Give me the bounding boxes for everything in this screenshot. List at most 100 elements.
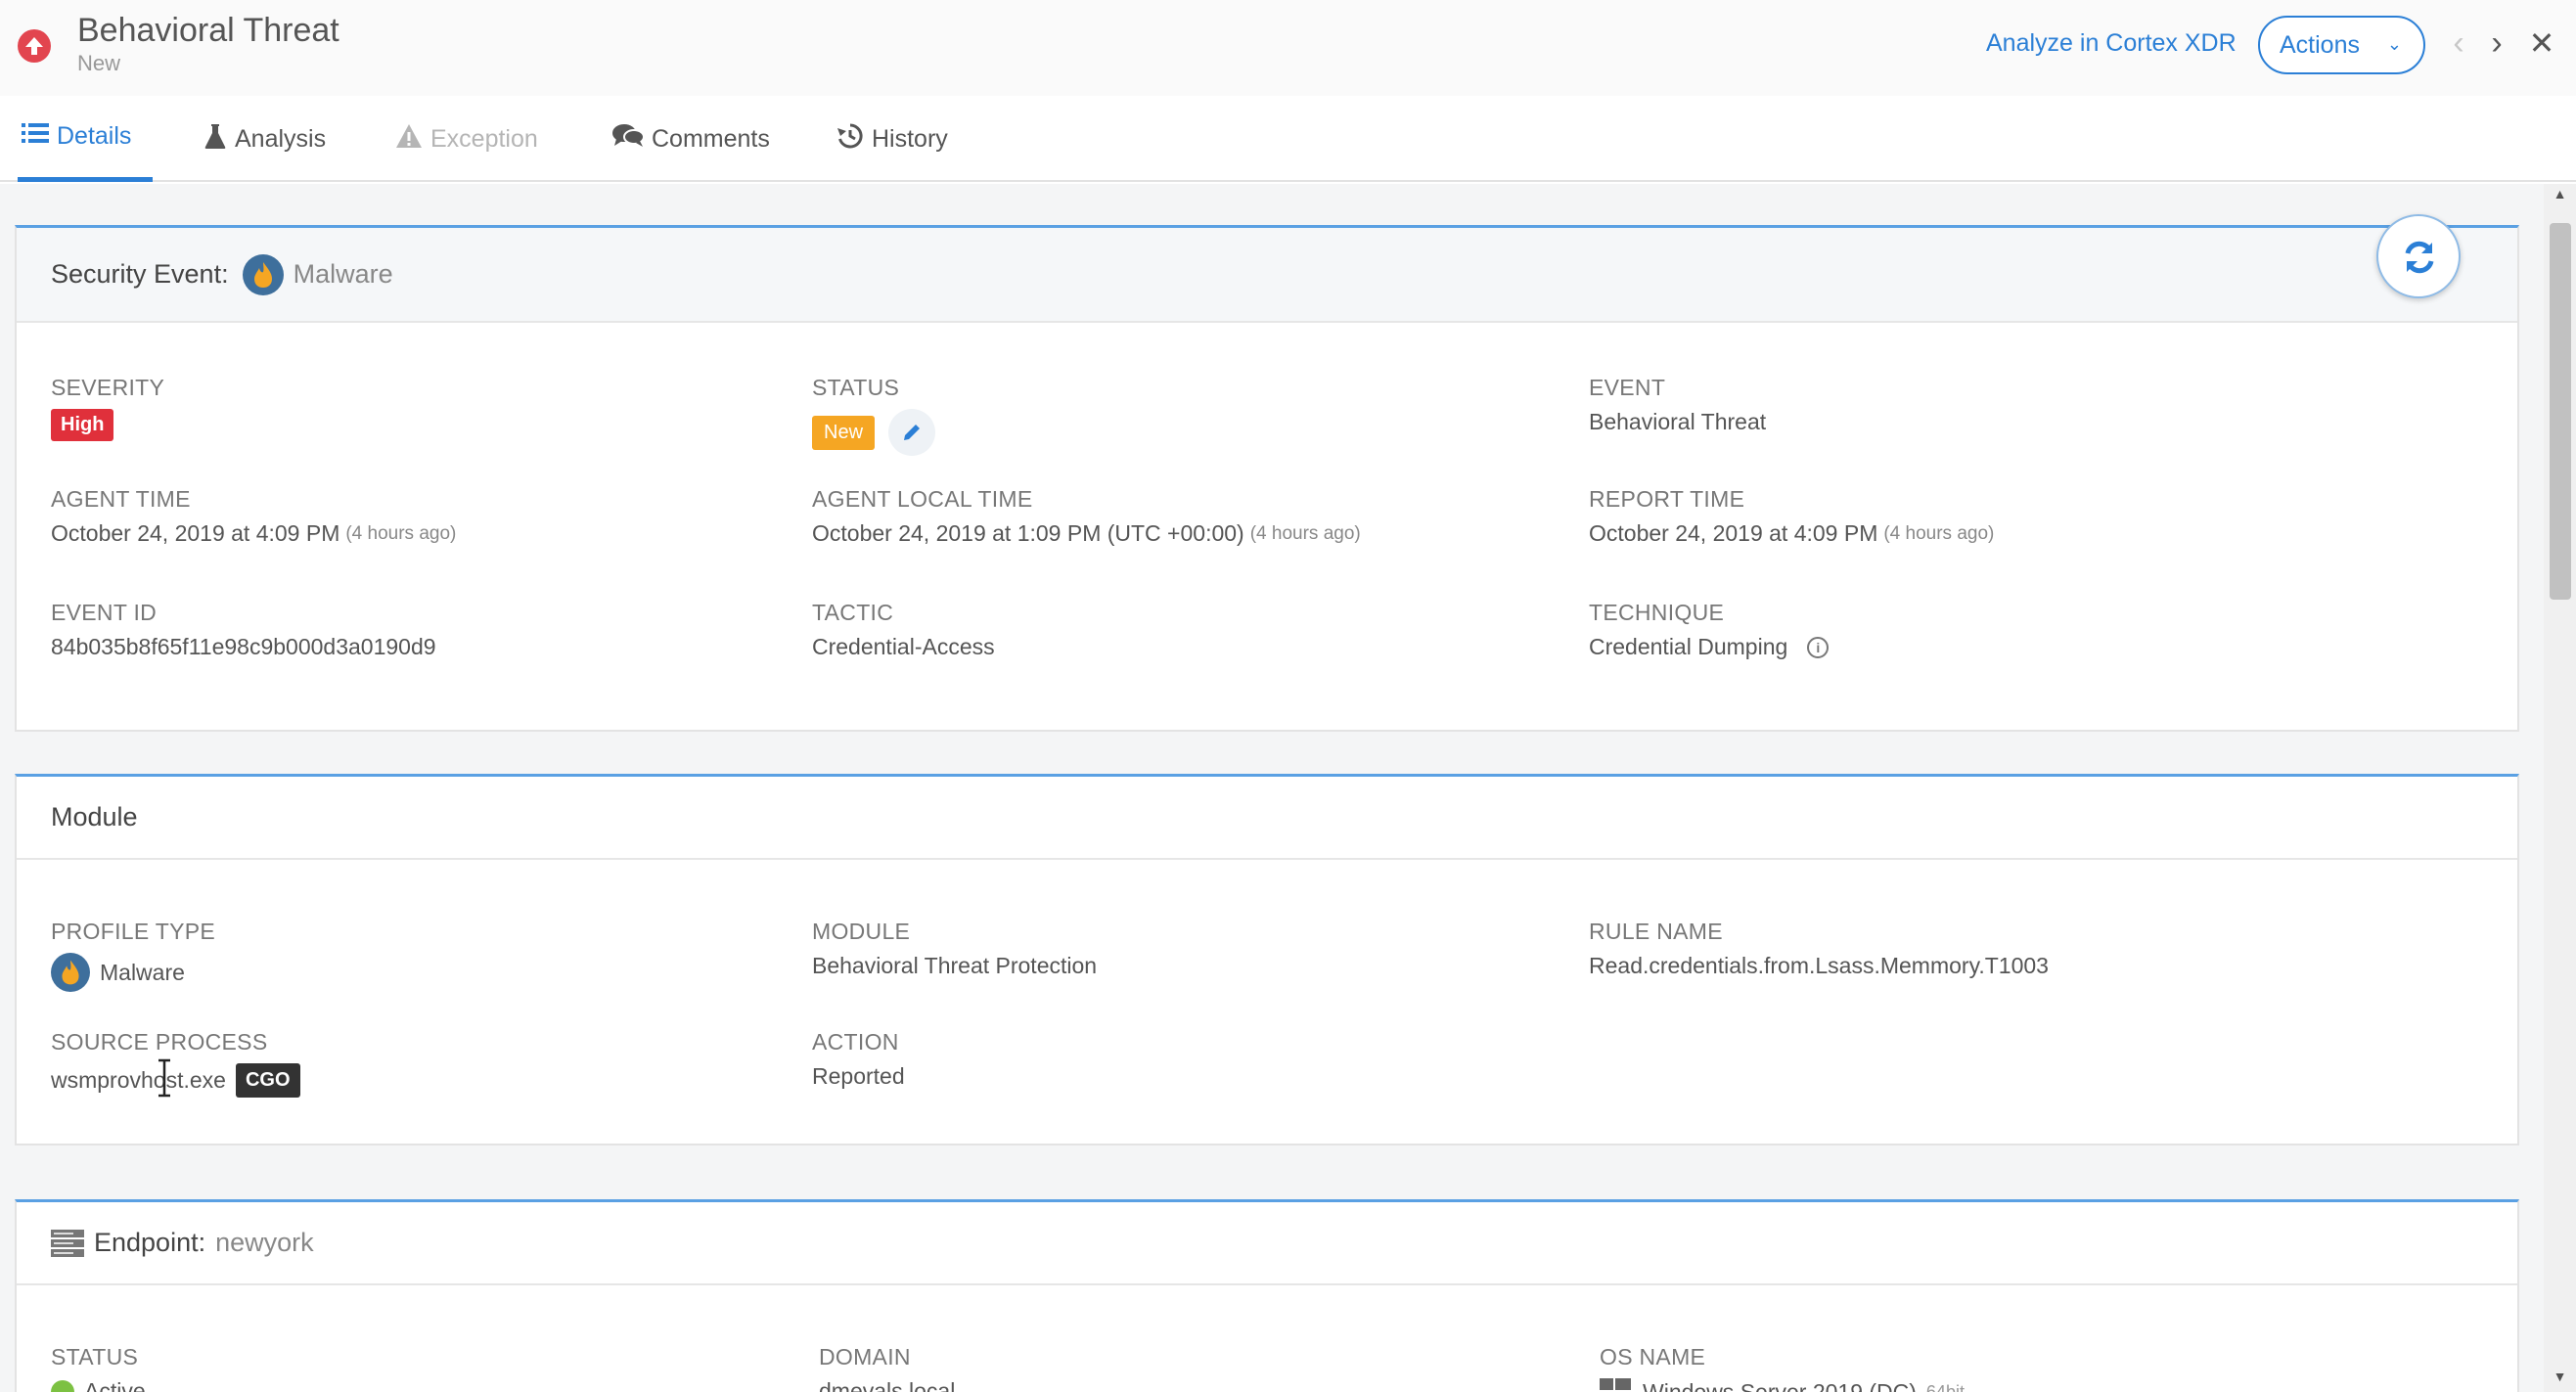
flask-icon — [203, 122, 227, 157]
previous-item-button[interactable]: ‹ — [2444, 23, 2473, 63]
tab-label: History — [872, 124, 948, 153]
tab-analysis[interactable]: Analysis — [203, 96, 326, 182]
tactic-field: TACTIC Credential-Access — [812, 600, 995, 660]
edit-status-button[interactable] — [888, 409, 936, 456]
rule-name-label: RULE NAME — [1589, 919, 1723, 944]
tactic-value: Credential-Access — [812, 634, 995, 659]
status-badge: New — [812, 415, 876, 450]
scrollbar-thumb[interactable] — [2550, 223, 2571, 600]
security-event-label: Security Event: — [51, 259, 229, 289]
agent-time-value: October 24, 2019 at 4:09 PM — [51, 520, 340, 546]
report-time-field: REPORT TIME October 24, 2019 at 4:09 PM(… — [1589, 486, 1994, 547]
event-id-label: EVENT ID — [51, 600, 158, 625]
domain-value: dmevals.local — [819, 1378, 956, 1392]
tab-label: Details — [57, 122, 132, 150]
scroll-down-arrow-icon[interactable]: ▼ — [2544, 1369, 2576, 1392]
agent-local-time-label: AGENT LOCAL TIME — [812, 486, 1033, 512]
severity-label: SEVERITY — [51, 375, 165, 400]
comments-icon — [612, 123, 645, 156]
domain-label: DOMAIN — [819, 1344, 911, 1370]
endpoint-status-value: Active — [84, 1378, 146, 1392]
analyze-in-cortex-xdr-link[interactable]: Analyze in Cortex XDR — [1986, 29, 2237, 58]
domain-field: DOMAIN dmevals.local — [819, 1344, 955, 1392]
agent-time-label: AGENT TIME — [51, 486, 191, 512]
os-bits: 64bit — [1925, 1381, 1965, 1392]
module-field: MODULE Behavioral Threat Protection — [812, 919, 1097, 979]
os-name-value: Windows Server 2019 (DC) — [1643, 1378, 1917, 1392]
server-icon — [51, 1229, 84, 1257]
tab-details[interactable]: Details — [18, 96, 154, 182]
module-card: Module PROFILE TYPE Malware MODULE Behav… — [15, 774, 2519, 1145]
tab-exception[interactable]: Exception — [395, 96, 538, 182]
profile-type-label: PROFILE TYPE — [51, 919, 216, 944]
refresh-icon — [2405, 241, 2434, 274]
detail-header: Behavioral Threat New Analyze in Cortex … — [0, 0, 2576, 96]
next-item-button[interactable]: › — [2482, 23, 2511, 63]
profile-type-value: Malware — [100, 959, 185, 985]
source-process-value[interactable]: wsmprovhost.exe — [51, 1067, 226, 1094]
severity-field: SEVERITY High — [51, 375, 164, 441]
rule-name-field: RULE NAME Read.credentials.from.Lsass.Me… — [1589, 919, 2049, 979]
vertical-scrollbar[interactable]: ▲ ▼ — [2544, 184, 2576, 1392]
malware-flame-icon — [51, 953, 90, 992]
agent-local-time-value: October 24, 2019 at 1:09 PM (UTC +00:00) — [812, 520, 1244, 546]
cgo-badge[interactable]: CGO — [235, 1063, 300, 1098]
chevron-down-icon: ⌄ — [2386, 34, 2402, 54]
module-label: MODULE — [812, 919, 911, 944]
tab-label: Exception — [430, 124, 538, 153]
windows-icon — [1600, 1378, 1631, 1392]
page-subtitle-status: New — [77, 51, 121, 75]
history-icon — [836, 122, 864, 157]
pencil-icon — [904, 425, 921, 440]
technique-field: TECHNIQUE Credential Dumping i — [1589, 600, 1830, 660]
tab-label: Comments — [652, 124, 770, 153]
os-name-field: OS NAME Windows Server 2019 (DC) 64bit — [1600, 1344, 1965, 1392]
endpoint-card: Endpoint: newyork STATUS Active DOMAIN d… — [15, 1199, 2519, 1392]
rule-name-value: Read.credentials.from.Lsass.Memmory.T100… — [1589, 953, 2049, 978]
report-time-label: REPORT TIME — [1589, 486, 1745, 512]
info-icon[interactable]: i — [1807, 636, 1830, 658]
security-event-card: Security Event: Malware SEVERITY High ST… — [15, 214, 2519, 732]
agent-time-ago: (4 hours ago) — [345, 522, 457, 544]
event-id-field: EVENT ID 84b035b8f65f11e98c9b000d3a0190d… — [51, 600, 436, 660]
status-field: STATUS New — [812, 375, 936, 456]
technique-value: Credential Dumping — [1589, 634, 1788, 659]
endpoint-name: newyork — [215, 1228, 314, 1257]
module-value: Behavioral Threat Protection — [812, 953, 1098, 978]
malware-flame-icon — [242, 253, 284, 295]
event-label: EVENT — [1589, 375, 1666, 400]
close-button[interactable]: ✕ — [2527, 23, 2556, 63]
module-header: Module — [17, 777, 2517, 860]
status-label: STATUS — [812, 375, 900, 400]
actions-label: Actions — [2280, 30, 2360, 59]
event-field: EVENT Behavioral Threat — [1589, 375, 1766, 435]
detail-tabs: Details Analysis Exception Comments Hist… — [0, 96, 2576, 182]
report-time-ago: (4 hours ago) — [1883, 522, 1995, 544]
security-event-header: Security Event: Malware — [17, 228, 2517, 323]
event-id-value: 84b035b8f65f11e98c9b000d3a0190d9 — [51, 634, 436, 659]
tab-history[interactable]: History — [836, 96, 948, 182]
agent-time-field: AGENT TIME October 24, 2019 at 4:09 PM (4… — [51, 486, 456, 547]
tab-comments[interactable]: Comments — [612, 96, 770, 182]
source-process-label: SOURCE PROCESS — [51, 1029, 268, 1055]
active-status-dot — [51, 1379, 74, 1392]
action-field: ACTION Reported — [812, 1029, 905, 1090]
endpoint-label: Endpoint: — [94, 1228, 206, 1257]
tab-label: Analysis — [235, 124, 327, 153]
refresh-button[interactable] — [2376, 214, 2461, 298]
details-content: Security Event: Malware SEVERITY High ST… — [0, 184, 2544, 1392]
technique-label: TECHNIQUE — [1589, 600, 1725, 625]
source-process-field: SOURCE PROCESS wsmprovhost.exe CGO — [51, 1029, 300, 1098]
action-value: Reported — [812, 1063, 905, 1089]
tactic-label: TACTIC — [812, 600, 894, 625]
text-cursor-icon — [157, 1058, 172, 1098]
warning-icon — [395, 123, 423, 156]
action-label: ACTION — [812, 1029, 899, 1055]
agent-local-time-field: AGENT LOCAL TIME October 24, 2019 at 1:0… — [812, 486, 1361, 547]
actions-dropdown-button[interactable]: Actions ⌄ — [2258, 16, 2425, 74]
list-icon — [22, 121, 49, 152]
agent-local-time-ago: (4 hours ago) — [1249, 522, 1361, 544]
profile-type-field: PROFILE TYPE Malware — [51, 919, 215, 992]
page-title: Behavioral Threat — [77, 12, 339, 49]
scroll-up-arrow-icon[interactable]: ▲ — [2544, 186, 2576, 209]
